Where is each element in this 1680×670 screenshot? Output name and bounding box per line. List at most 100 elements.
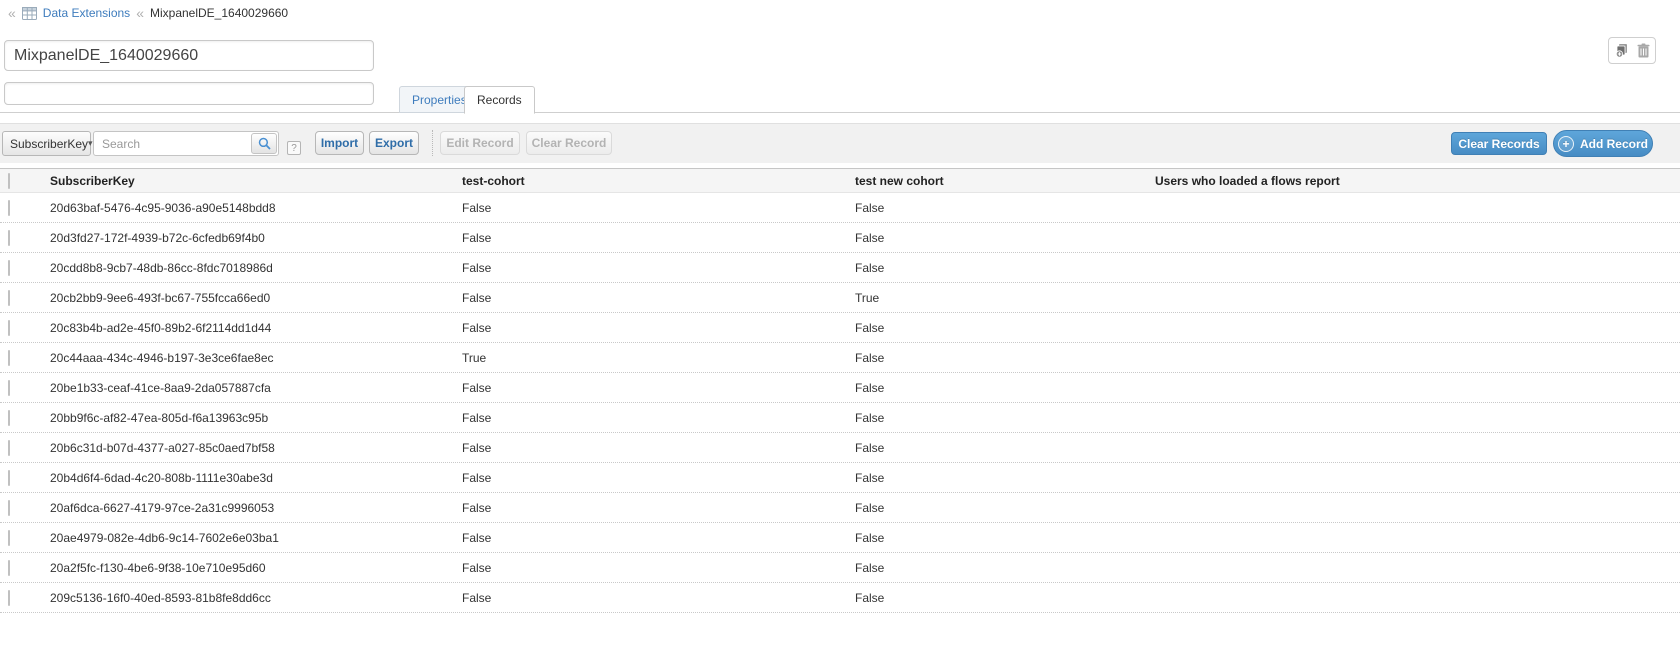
row-checkbox[interactable] xyxy=(8,410,10,426)
cell-subscriberkey: 209c5136-16f0-40ed-8593-81b8fe8dd6cc xyxy=(50,591,462,605)
cell-subscriberkey: 20cb2bb9-9ee6-493f-bc67-755fcca66ed0 xyxy=(50,291,462,305)
table-row: 20cdd8b8-9cb7-48db-86cc-8fdc7018986d Fal… xyxy=(0,253,1680,283)
search-icon xyxy=(258,137,271,150)
cell-subscriberkey: 20ae4979-082e-4db6-9c14-7602e6e03ba1 xyxy=(50,531,462,545)
extension-description-input[interactable] xyxy=(4,82,374,105)
cell-test-new-cohort: False xyxy=(855,321,1155,335)
cell-test-new-cohort: False xyxy=(855,561,1155,575)
row-checkbox[interactable] xyxy=(8,530,10,546)
table-row: 20af6dca-6627-4179-97ce-2a31c9996053 Fal… xyxy=(0,493,1680,523)
cell-test-cohort: False xyxy=(462,321,855,335)
search-field-dropdown[interactable]: SubscriberKey ▾ xyxy=(2,131,91,156)
cell-test-new-cohort: False xyxy=(855,471,1155,485)
plus-icon: + xyxy=(1558,136,1574,152)
data-extension-grid-icon xyxy=(22,7,37,20)
table-row: 20ae4979-082e-4db6-9c14-7602e6e03ba1 Fal… xyxy=(0,523,1680,553)
row-checkbox[interactable] xyxy=(8,260,10,276)
row-checkbox[interactable] xyxy=(8,560,10,576)
toolbar-divider xyxy=(432,130,433,156)
table-row: 20b4d6f4-6dad-4c20-808b-1111e30abe3d Fal… xyxy=(0,463,1680,493)
extension-actions-group xyxy=(1608,37,1656,64)
cell-subscriberkey: 20be1b33-ceaf-41ce-8aa9-2da057887cfa xyxy=(50,381,462,395)
cell-subscriberkey: 20c44aaa-434c-4946-b197-3e3ce6fae8ec xyxy=(50,351,462,365)
clear-records-button[interactable]: Clear Records xyxy=(1451,132,1547,155)
cell-test-cohort: False xyxy=(462,591,855,605)
table-row: 20bb9f6c-af82-47ea-805d-f6a13963c95b Fal… xyxy=(0,403,1680,433)
column-header-flows-report[interactable]: Users who loaded a flows report xyxy=(1155,174,1680,188)
column-header-subscriberkey[interactable]: SubscriberKey xyxy=(50,174,462,188)
copy-icon[interactable] xyxy=(1615,43,1630,58)
tab-records[interactable]: Records xyxy=(464,86,535,114)
table-row: 20c83b4b-ad2e-45f0-89b2-6f2114dd1d44 Fal… xyxy=(0,313,1680,343)
row-checkbox[interactable] xyxy=(8,590,10,606)
table-row: 20b6c31d-b07d-4377-a027-85c0aed7bf58 Fal… xyxy=(0,433,1680,463)
row-checkbox[interactable] xyxy=(8,380,10,396)
cell-subscriberkey: 20c83b4b-ad2e-45f0-89b2-6f2114dd1d44 xyxy=(50,321,462,335)
row-checkbox[interactable] xyxy=(8,200,10,216)
cell-subscriberkey: 20cdd8b8-9cb7-48db-86cc-8fdc7018986d xyxy=(50,261,462,275)
edit-record-button[interactable]: Edit Record xyxy=(440,131,520,155)
cell-test-new-cohort: False xyxy=(855,261,1155,275)
cell-subscriberkey: 20af6dca-6627-4179-97ce-2a31c9996053 xyxy=(50,501,462,515)
add-record-button[interactable]: + Add Record xyxy=(1553,130,1653,157)
table-row: 20be1b33-ceaf-41ce-8aa9-2da057887cfa Fal… xyxy=(0,373,1680,403)
add-record-label: Add Record xyxy=(1580,137,1648,151)
cell-test-cohort: False xyxy=(462,561,855,575)
cell-test-new-cohort: False xyxy=(855,501,1155,515)
column-header-test-cohort[interactable]: test-cohort xyxy=(462,174,855,188)
records-table: SubscriberKey test-cohort test new cohor… xyxy=(0,168,1680,613)
table-row: 20cb2bb9-9ee6-493f-bc67-755fcca66ed0 Fal… xyxy=(0,283,1680,313)
table-row: 20a2f5fc-f130-4be6-9f38-10e710e95d60 Fal… xyxy=(0,553,1680,583)
table-row: 20d3fd27-172f-4939-b72c-6cfedb69f4b0 Fal… xyxy=(0,223,1680,253)
row-checkbox[interactable] xyxy=(8,350,10,366)
extension-name-input[interactable] xyxy=(4,40,374,71)
breadcrumb-link-data-extensions[interactable]: Data Extensions xyxy=(43,6,130,20)
clear-record-button[interactable]: Clear Record xyxy=(526,131,612,155)
search-button[interactable] xyxy=(251,133,277,154)
breadcrumb-current: MixpanelDE_1640029660 xyxy=(150,6,288,20)
cell-subscriberkey: 20d63baf-5476-4c95-9036-a90e5148bdd8 xyxy=(50,201,462,215)
row-checkbox[interactable] xyxy=(8,500,10,516)
cell-subscriberkey: 20b6c31d-b07d-4377-a027-85c0aed7bf58 xyxy=(50,441,462,455)
cell-test-new-cohort: False xyxy=(855,441,1155,455)
import-button[interactable]: Import xyxy=(315,131,364,155)
cell-test-cohort: False xyxy=(462,471,855,485)
records-toolbar: SubscriberKey ▾ ? Import Export Edit Rec… xyxy=(0,123,1680,163)
table-body: 20d63baf-5476-4c95-9036-a90e5148bdd8 Fal… xyxy=(0,193,1680,613)
tabstrip-divider xyxy=(0,112,1680,113)
cell-subscriberkey: 20a2f5fc-f130-4be6-9f38-10e710e95d60 xyxy=(50,561,462,575)
cell-test-cohort: False xyxy=(462,441,855,455)
table-row: 209c5136-16f0-40ed-8593-81b8fe8dd6cc Fal… xyxy=(0,583,1680,613)
row-checkbox[interactable] xyxy=(8,230,10,246)
cell-test-new-cohort: False xyxy=(855,411,1155,425)
cell-test-new-cohort: False xyxy=(855,231,1155,245)
cell-test-new-cohort: False xyxy=(855,201,1155,215)
cell-test-cohort: False xyxy=(462,411,855,425)
back-chevron-icon[interactable]: « xyxy=(8,6,16,20)
cell-subscriberkey: 20bb9f6c-af82-47ea-805d-f6a13963c95b xyxy=(50,411,462,425)
cell-subscriberkey: 20d3fd27-172f-4939-b72c-6cfedb69f4b0 xyxy=(50,231,462,245)
trash-icon[interactable] xyxy=(1637,43,1650,58)
cell-test-new-cohort: False xyxy=(855,531,1155,545)
row-checkbox[interactable] xyxy=(8,290,10,306)
cell-test-new-cohort: False xyxy=(855,381,1155,395)
cell-test-cohort: False xyxy=(462,531,855,545)
cell-test-new-cohort: True xyxy=(855,291,1155,305)
cell-test-new-cohort: False xyxy=(855,351,1155,365)
row-checkbox[interactable] xyxy=(8,470,10,486)
help-icon[interactable]: ? xyxy=(287,141,301,155)
table-row: 20d63baf-5476-4c95-9036-a90e5148bdd8 Fal… xyxy=(0,193,1680,223)
column-header-test-new-cohort[interactable]: test new cohort xyxy=(855,174,1155,188)
table-header-row: SubscriberKey test-cohort test new cohor… xyxy=(0,168,1680,193)
search-field-dropdown-label: SubscriberKey xyxy=(10,137,88,151)
row-checkbox[interactable] xyxy=(8,440,10,456)
export-button[interactable]: Export xyxy=(369,131,419,155)
select-all-checkbox[interactable] xyxy=(8,173,10,189)
cell-test-cohort: False xyxy=(462,231,855,245)
row-checkbox[interactable] xyxy=(8,320,10,336)
cell-test-new-cohort: False xyxy=(855,591,1155,605)
table-row: 20c44aaa-434c-4946-b197-3e3ce6fae8ec Tru… xyxy=(0,343,1680,373)
cell-test-cohort: False xyxy=(462,501,855,515)
cell-test-cohort: False xyxy=(462,291,855,305)
cell-subscriberkey: 20b4d6f4-6dad-4c20-808b-1111e30abe3d xyxy=(50,471,462,485)
